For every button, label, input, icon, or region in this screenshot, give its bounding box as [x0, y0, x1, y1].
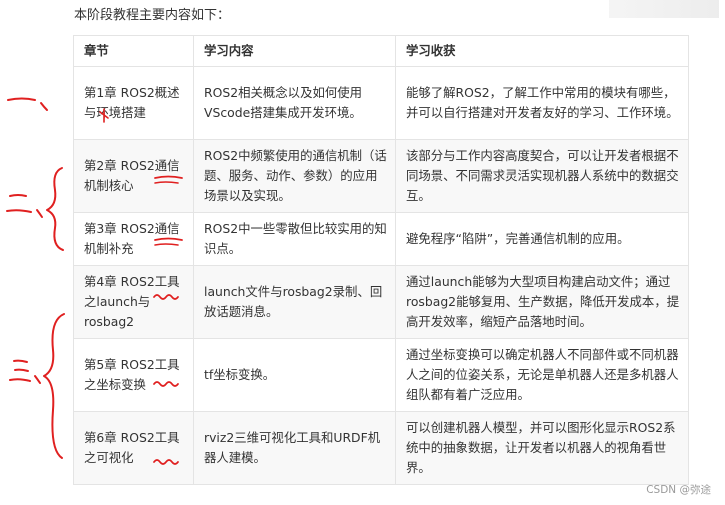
cell-chapter: 第2章 ROS2通信机制核心 [73, 139, 194, 213]
header-chapter: 章节 [73, 35, 194, 67]
annotation-mark-3 [9, 313, 65, 459]
document-page: 本阶段教程主要内容如下： 章节 学习内容 学习收获 第1章 ROS2概述与环境搭… [0, 0, 725, 505]
cell-gain: 避免程序“陷阱”，完善通信机制的应用。 [395, 212, 689, 266]
table-row: 第5章 ROS2工具之坐标变换 tf坐标变换。 通过坐标变换可以确定机器人不同部… [73, 338, 689, 412]
cell-gain: 通过launch能够为大型项目构建启动文件；通过rosbag2能够复用、生产数据… [395, 265, 689, 339]
cell-chapter: 第5章 ROS2工具之坐标变换 [73, 338, 194, 412]
table-row: 第1章 ROS2概述与环境搭建 ROS2相关概念以及如何使用VScode搭建集成… [73, 66, 689, 140]
cell-chapter: 第3章 ROS2通信机制补充 [73, 212, 194, 266]
header-gain: 学习收获 [395, 35, 689, 67]
table-row: 第2章 ROS2通信机制核心 ROS2中频繁使用的通信机制（话题、服务、动作、参… [73, 139, 689, 213]
csdn-watermark: CSDN @弥途 [646, 484, 711, 496]
table-row: 第6章 ROS2工具之可视化 rviz2三维可视化工具和URDF机器人建模。 可… [73, 411, 689, 485]
cell-gain: 可以创建机器人模型，并可以图形化显示ROS2系统中的抽象数据，让开发者以机器人的… [395, 411, 689, 485]
cell-content: ROS2中频繁使用的通信机制（话题、服务、动作、参数）的应用场景以及实现。 [193, 139, 396, 213]
cell-gain: 能够了解ROS2，了解工作中常用的模块有哪些，并可以自行搭建对开发者友好的学习、… [395, 66, 689, 140]
cell-chapter: 第4章 ROS2工具之launch与rosbag2 [73, 265, 194, 339]
cell-content: tf坐标变换。 [193, 338, 396, 412]
cell-gain: 通过坐标变换可以确定机器人不同部件或不同机器人之间的位姿关系，无论是单机器人还是… [395, 338, 689, 412]
top-watermark [609, 0, 719, 18]
cell-content: ROS2相关概念以及如何使用VScode搭建集成开发环境。 [193, 66, 396, 140]
cell-content: ROS2中一些零散但比较实用的知识点。 [193, 212, 396, 266]
annotation-mark-2 [6, 167, 64, 251]
table-row: 第3章 ROS2通信机制补充 ROS2中一些零散但比较实用的知识点。 避免程序“… [73, 212, 689, 266]
header-content: 学习内容 [193, 35, 396, 67]
cell-content: launch文件与rosbag2录制、回放话题消息。 [193, 265, 396, 339]
cell-chapter: 第6章 ROS2工具之可视化 [73, 411, 194, 485]
cell-chapter: 第1章 ROS2概述与环境搭建 [73, 66, 194, 140]
intro-text: 本阶段教程主要内容如下： [74, 8, 231, 23]
table-row: 第4章 ROS2工具之launch与rosbag2 launch文件与rosba… [73, 265, 689, 339]
content-table: 章节 学习内容 学习收获 第1章 ROS2概述与环境搭建 ROS2相关概念以及如… [73, 35, 689, 485]
table-header-row: 章节 学习内容 学习收获 [73, 35, 689, 67]
cell-content: rviz2三维可视化工具和URDF机器人建模。 [193, 411, 396, 485]
cell-gain: 该部分与工作内容高度契合，可以让开发者根据不同场景、不同需求灵活实现机器人系统中… [395, 139, 689, 213]
